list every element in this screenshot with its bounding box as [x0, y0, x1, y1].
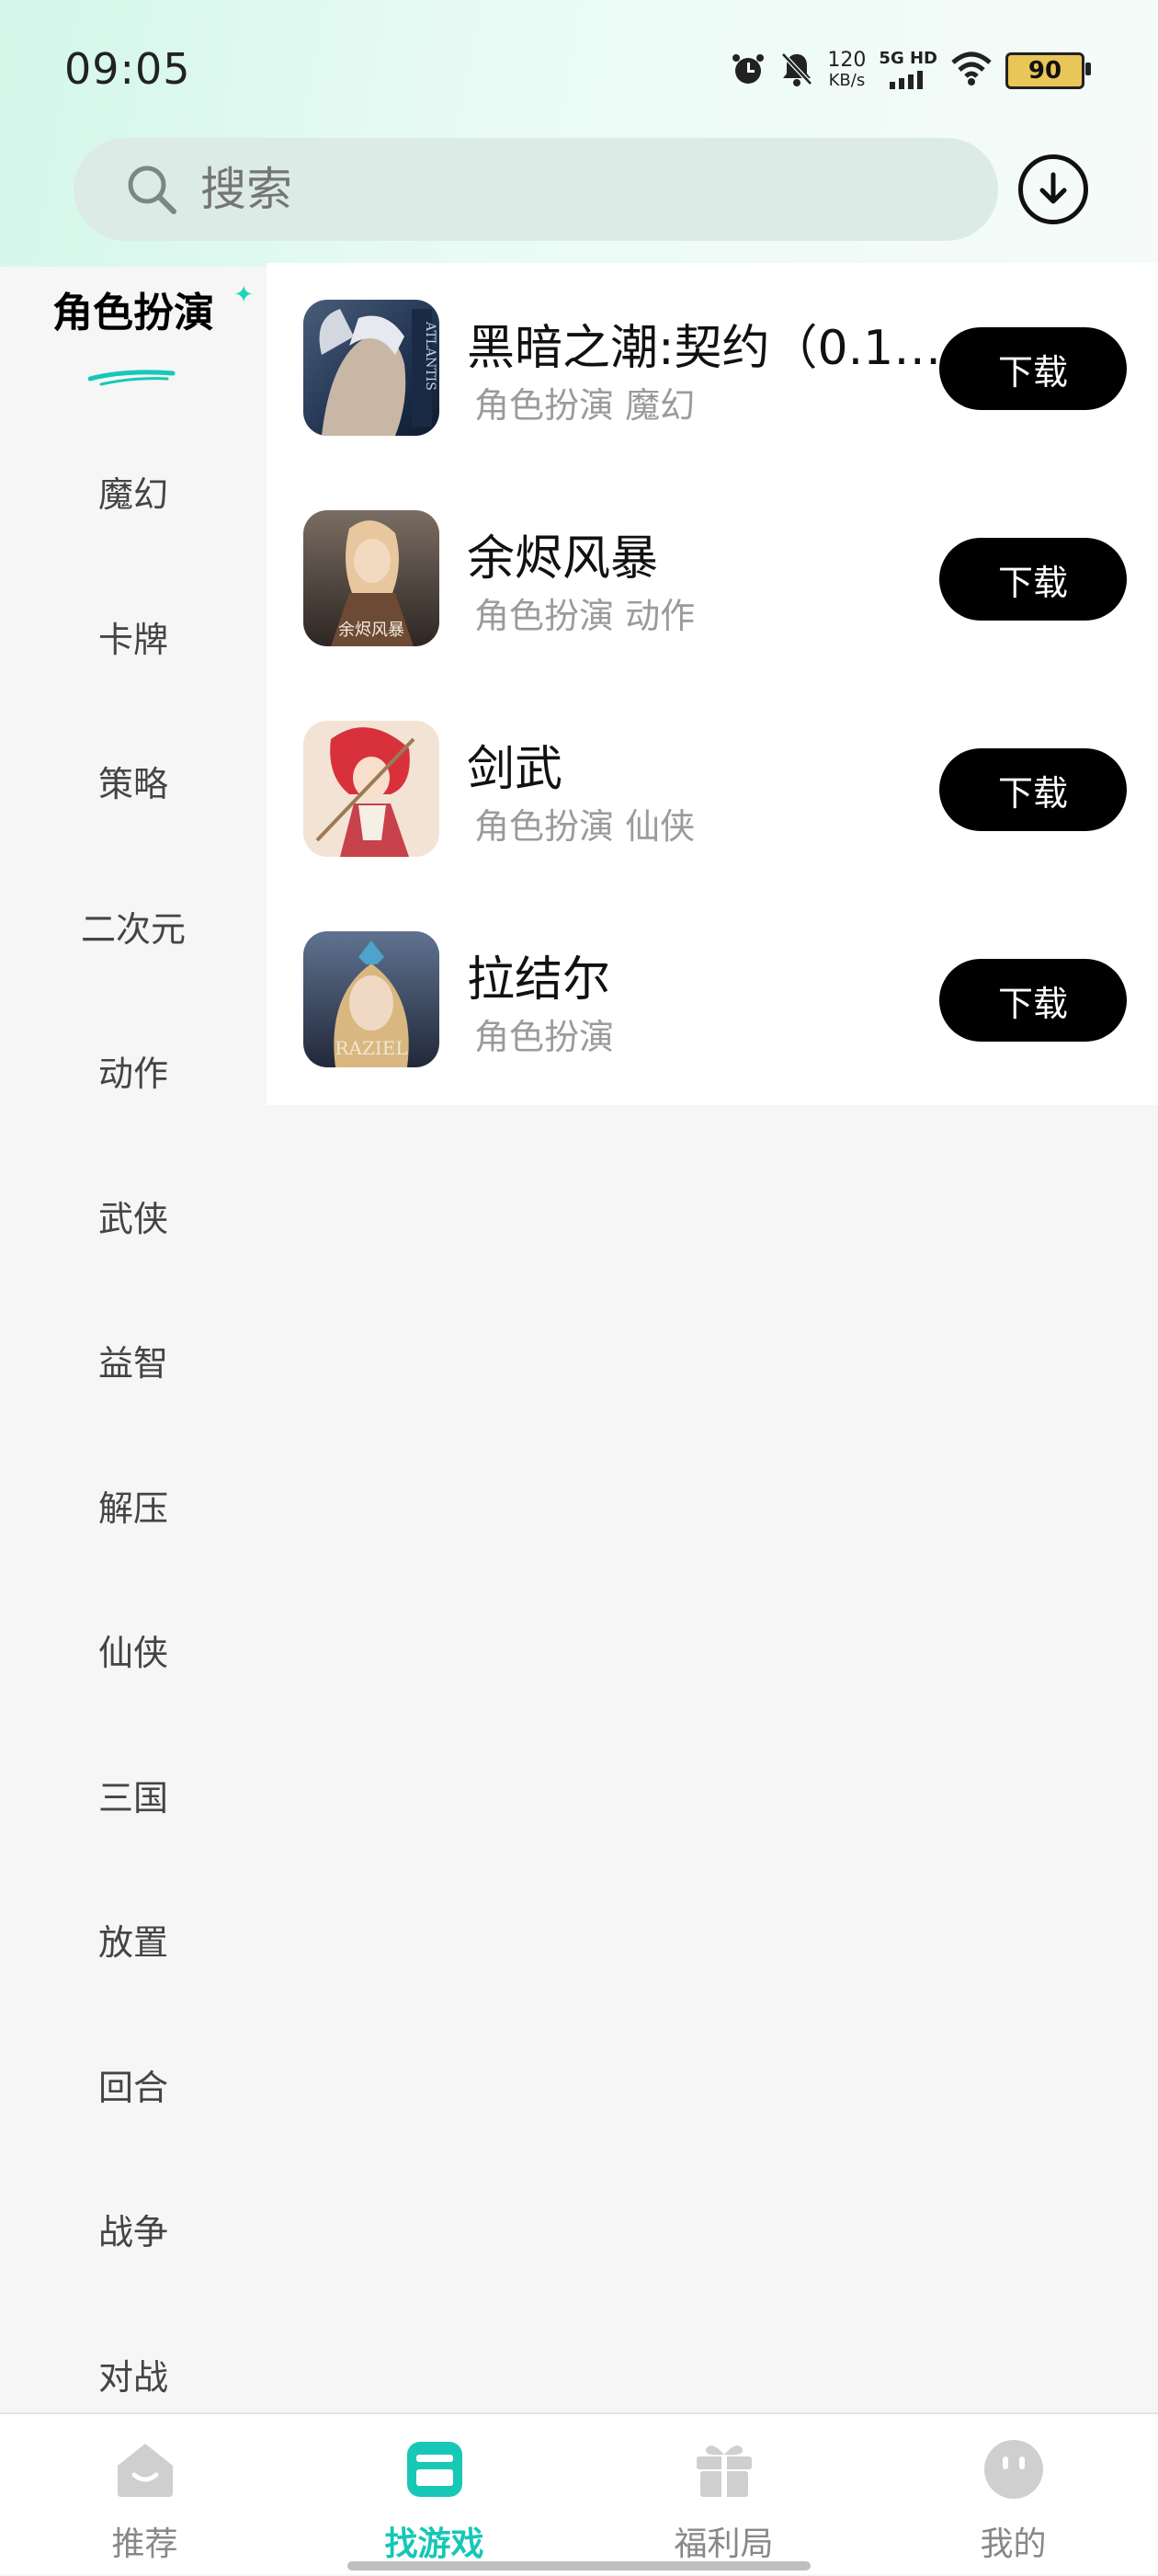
atlantis-game-icon: ATLANTIS: [303, 300, 439, 436]
profile-icon: [984, 2440, 1043, 2499]
category-label: 角色扮演: [52, 290, 214, 336]
download-manager-button[interactable]: [1018, 154, 1088, 224]
ember-storm-game-icon: 余烬风暴: [303, 510, 439, 646]
status-bar: 09:05 120 KB/s 5G HD 90: [0, 0, 1158, 138]
status-icons: 120 KB/s 5G HD 90: [730, 48, 1091, 94]
nav-label: 推荐: [111, 2525, 178, 2563]
category-sidebar: 角色扮演 ✦ 魔幻 卡牌 策略 二次元 动作 武侠 益智 解压 仙侠 三国 放置…: [0, 263, 267, 2446]
game-title: 剑武: [467, 742, 563, 797]
category-item[interactable]: 回合: [0, 2012, 267, 2158]
mute-bell-icon: [779, 51, 814, 91]
game-tags: 角色扮演: [474, 1017, 615, 1057]
game-list: ATLANTIS 黑暗之潮:契约（0.1… 角色扮演 魔幻 下载 余烬风暴 余烬…: [267, 263, 1158, 1105]
sparkle-icon: ✦: [233, 281, 254, 309]
status-time: 09:05: [64, 44, 191, 94]
find-games-icon: [407, 2442, 462, 2497]
category-item[interactable]: 战争: [0, 2157, 267, 2302]
download-button[interactable]: 下载: [939, 748, 1127, 831]
category-item[interactable]: 放置: [0, 1867, 267, 2012]
category-item[interactable]: 武侠: [0, 1144, 267, 1289]
download-button[interactable]: 下载: [939, 327, 1127, 410]
game-title: 拉结尔: [467, 952, 611, 1008]
game-tags: 角色扮演 仙侠: [474, 806, 696, 847]
category-item[interactable]: 策略: [0, 709, 267, 854]
gift-icon: [697, 2445, 752, 2497]
svg-text:ATLANTIS: ATLANTIS: [423, 321, 437, 391]
download-button[interactable]: 下载: [939, 538, 1127, 621]
alarm-icon: [730, 51, 766, 91]
nav-label: 我的: [980, 2525, 1047, 2563]
nav-label: 福利局: [674, 2525, 774, 2563]
game-list-item[interactable]: 余烬风暴 余烬风暴 角色扮演 动作 下载: [267, 473, 1158, 684]
bottom-navigation: 推荐 找游戏 福利局 我的: [0, 2412, 1158, 2574]
network-speed: 120 KB/s: [827, 49, 867, 91]
active-underline: [88, 370, 176, 386]
category-item[interactable]: 仙侠: [0, 1578, 267, 1723]
game-list-item[interactable]: 剑武 角色扮演 仙侠 下载: [267, 684, 1158, 895]
search-input[interactable]: [199, 162, 846, 217]
category-item[interactable]: 三国: [0, 1723, 267, 1868]
category-item[interactable]: 益智: [0, 1288, 267, 1433]
network-indicator: 5G HD: [879, 49, 937, 93]
category-item[interactable]: 二次元: [0, 854, 267, 999]
category-item[interactable]: 解压: [0, 1433, 267, 1579]
wifi-icon: [950, 51, 993, 90]
svg-text:余烬风暴: 余烬风暴: [338, 621, 404, 640]
category-item[interactable]: 动作: [0, 998, 267, 1144]
game-title: 余烬风暴: [467, 531, 659, 587]
category-item-active[interactable]: 角色扮演 ✦: [0, 263, 267, 419]
nav-label: 找游戏: [384, 2525, 484, 2563]
recommend-icon: [118, 2444, 173, 2497]
nav-recommend[interactable]: 推荐: [0, 2414, 290, 2576]
game-tags: 角色扮演 动作: [474, 596, 696, 636]
download-arrow-icon: [1039, 172, 1067, 204]
game-list-item[interactable]: RAZIEL 拉结尔 角色扮演 下载: [267, 895, 1158, 1105]
category-item[interactable]: 卡牌: [0, 564, 267, 710]
search-icon: [128, 165, 176, 214]
nav-profile[interactable]: 我的: [868, 2414, 1158, 2576]
nav-find-games[interactable]: 找游戏: [290, 2414, 579, 2576]
game-tags: 角色扮演 魔幻: [474, 385, 696, 426]
nav-welfare[interactable]: 福利局: [579, 2414, 868, 2576]
svg-text:RAZIEL: RAZIEL: [335, 1037, 407, 1059]
download-button[interactable]: 下载: [939, 959, 1127, 1042]
raziel-game-icon: RAZIEL: [303, 931, 439, 1067]
battery-indicator: 90: [1005, 52, 1091, 89]
search-bar[interactable]: [74, 138, 998, 241]
sword-martial-game-icon: [303, 721, 439, 857]
game-title: 黑暗之潮:契约（0.1…: [467, 321, 942, 376]
game-list-item[interactable]: ATLANTIS 黑暗之潮:契约（0.1… 角色扮演 魔幻 下载: [267, 263, 1158, 473]
home-indicator[interactable]: [347, 2561, 811, 2570]
category-item[interactable]: 魔幻: [0, 419, 267, 564]
